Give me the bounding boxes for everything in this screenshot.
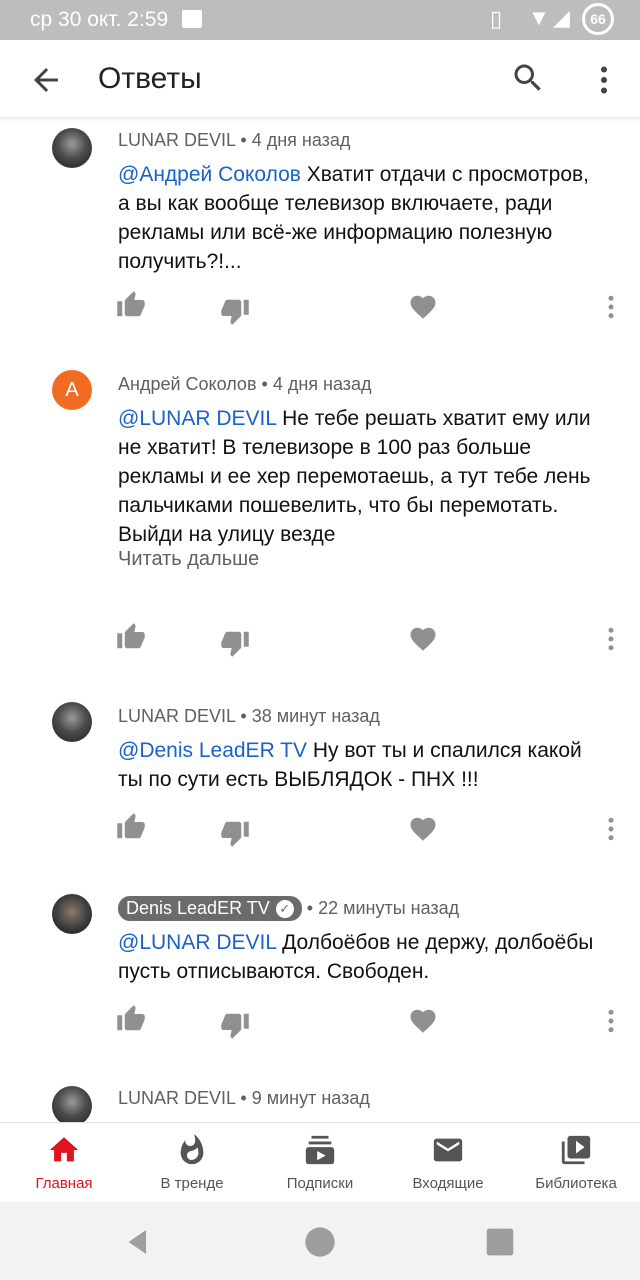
comment-time: 9 минут назад	[251, 1088, 370, 1108]
avatar[interactable]	[52, 894, 92, 934]
heart-icon[interactable]	[408, 292, 438, 322]
comment-meta: Denis LeadER TV ✓ • 22 минуты назад	[118, 896, 459, 921]
nav-label: В тренде	[160, 1175, 224, 1192]
thumb-down-icon[interactable]	[220, 296, 250, 326]
nav-label: Библиотека	[535, 1175, 617, 1192]
comment-actions	[0, 812, 640, 848]
system-back-icon[interactable]	[122, 1226, 154, 1258]
bottom-navigation: Главная В тренде Подписки Входящие Библи…	[0, 1122, 640, 1202]
system-home-icon[interactable]	[304, 1226, 336, 1258]
nav-home[interactable]: Главная	[4, 1123, 124, 1203]
status-time: ср 30 окт. 2:59	[30, 8, 169, 31]
comment-time: 4 дня назад	[272, 374, 372, 394]
status-bar: ср 30 окт. 2:59 ▯ ▼ ◢ 66	[0, 0, 640, 40]
more-vert-icon[interactable]	[590, 60, 618, 100]
thumb-down-icon[interactable]	[220, 818, 250, 848]
comment-meta: LUNAR DEVIL • 9 минут назад	[118, 1088, 370, 1108]
thumb-up-icon[interactable]	[116, 622, 146, 652]
comment-meta: LUNAR DEVIL • 38 минут назад	[118, 706, 380, 726]
back-arrow-icon[interactable]	[28, 62, 64, 98]
comment-time: 38 минут назад	[251, 706, 380, 726]
inbox-mail-icon	[433, 1138, 463, 1162]
comment-menu-icon[interactable]	[596, 292, 626, 322]
comment-time: 4 дня назад	[251, 130, 351, 150]
thumb-down-icon[interactable]	[220, 628, 250, 658]
comment-menu-icon[interactable]	[596, 624, 626, 654]
thumb-up-icon[interactable]	[116, 812, 146, 842]
replies-list[interactable]: LUNAR DEVIL • 4 дня назад @Андрей Соколо…	[0, 118, 640, 1122]
image-icon	[182, 10, 202, 28]
avatar[interactable]	[52, 1086, 92, 1122]
nav-label: Главная	[35, 1175, 93, 1192]
thumb-up-icon[interactable]	[116, 290, 146, 320]
comment-actions	[0, 622, 640, 658]
system-recents-icon[interactable]	[484, 1226, 516, 1258]
comment-author[interactable]: LUNAR DEVIL	[118, 1088, 235, 1108]
system-navigation-bar	[0, 1202, 640, 1280]
app-bar: Ответы	[0, 40, 640, 118]
avatar[interactable]	[52, 702, 92, 742]
wifi-icon: ▼	[528, 5, 550, 30]
read-more-link[interactable]: Читать дальше	[118, 548, 259, 571]
comment-author[interactable]: Андрей Соколов	[118, 374, 257, 394]
signal-icon: ◢	[553, 5, 570, 30]
battery-icon: 66	[582, 3, 614, 35]
comment-actions	[0, 290, 640, 326]
comment-time: 22 минуты назад	[318, 898, 460, 918]
nav-trending[interactable]: В тренде	[132, 1123, 252, 1203]
avatar[interactable]: А	[52, 370, 92, 410]
comment-menu-icon[interactable]	[596, 1006, 626, 1036]
verified-check-icon: ✓	[275, 900, 294, 918]
comment-text: @Denis LeadER TV Ну вот ты и спалился ка…	[118, 739, 582, 791]
heart-icon[interactable]	[408, 624, 438, 654]
search-icon[interactable]	[510, 60, 546, 96]
page-title: Ответы	[98, 62, 202, 95]
comment-menu-icon[interactable]	[596, 814, 626, 844]
heart-icon[interactable]	[408, 814, 438, 844]
library-icon	[561, 1135, 591, 1165]
comment-meta: Андрей Соколов • 4 дня назад	[118, 374, 372, 394]
comment-text: @LUNAR DEVIL Долбоёбов не держу, долбоёб…	[118, 931, 594, 983]
nav-inbox[interactable]: Входящие	[388, 1123, 508, 1203]
comment-author[interactable]: LUNAR DEVIL	[118, 706, 235, 726]
comment-meta: LUNAR DEVIL • 4 дня назад	[118, 130, 351, 150]
trending-flame-icon	[180, 1133, 204, 1165]
avatar[interactable]	[52, 128, 92, 168]
mention-link[interactable]: @LUNAR DEVIL	[118, 931, 276, 954]
nav-subscriptions[interactable]: Подписки	[260, 1123, 380, 1203]
thumb-down-icon[interactable]	[220, 1010, 250, 1040]
nav-library[interactable]: Библиотека	[516, 1123, 636, 1203]
nav-label: Подписки	[286, 1175, 354, 1192]
comment-actions	[0, 1004, 640, 1040]
heart-icon[interactable]	[408, 1006, 438, 1036]
mention-link[interactable]: @Андрей Соколов	[118, 163, 301, 186]
home-icon	[49, 1137, 79, 1162]
comment-text: @LUNAR DEVIL Не тебе решать хватит ему и…	[118, 407, 591, 546]
subscriptions-icon	[305, 1135, 335, 1165]
mention-link[interactable]: @LUNAR DEVIL	[118, 407, 276, 430]
comment-author: Denis LeadER TV	[126, 898, 270, 918]
thumb-up-icon[interactable]	[116, 1004, 146, 1034]
comment-author[interactable]: LUNAR DEVIL	[118, 130, 235, 150]
comment-text: @Андрей Соколов Хватит отдачи с просмотр…	[118, 163, 590, 273]
mention-link[interactable]: @Denis LeadER TV	[118, 739, 307, 762]
vibrate-icon: ▯	[490, 6, 503, 31]
author-chip[interactable]: Denis LeadER TV ✓	[118, 896, 302, 921]
nav-label: Входящие	[412, 1175, 484, 1192]
